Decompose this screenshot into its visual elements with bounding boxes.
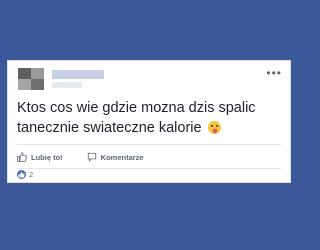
- divider: [17, 144, 281, 145]
- post-card: ••• Ktos cos wie gdzie mozna dzis spalic…: [7, 60, 291, 183]
- author-name-blurred[interactable]: [52, 70, 104, 79]
- like-label: Lubię to!: [31, 152, 63, 162]
- reaction-count: 2: [29, 170, 34, 179]
- facebook-post-screenshot: ••• Ktos cos wie gdzie mozna dzis spalic…: [0, 0, 300, 250]
- more-options-icon[interactable]: •••: [266, 67, 282, 79]
- post-text: Ktos cos wie gdzie mozna dzis spalic tan…: [17, 98, 283, 138]
- divider: [17, 168, 281, 169]
- avatar[interactable]: [18, 68, 44, 90]
- tongue-out-emoji-icon: [207, 121, 221, 134]
- reactions-summary[interactable]: 2: [17, 170, 33, 179]
- post-timestamp-blurred[interactable]: [52, 82, 82, 88]
- thumbs-up-icon: [17, 152, 27, 162]
- comment-label: Komentarze: [100, 152, 144, 162]
- comment-icon: [87, 152, 96, 162]
- like-button[interactable]: Lubię to!: [17, 152, 63, 162]
- comment-button[interactable]: Komentarze: [87, 152, 144, 162]
- post-actions: Lubię to! Komentarze: [17, 147, 168, 167]
- like-reaction-icon: [17, 170, 26, 179]
